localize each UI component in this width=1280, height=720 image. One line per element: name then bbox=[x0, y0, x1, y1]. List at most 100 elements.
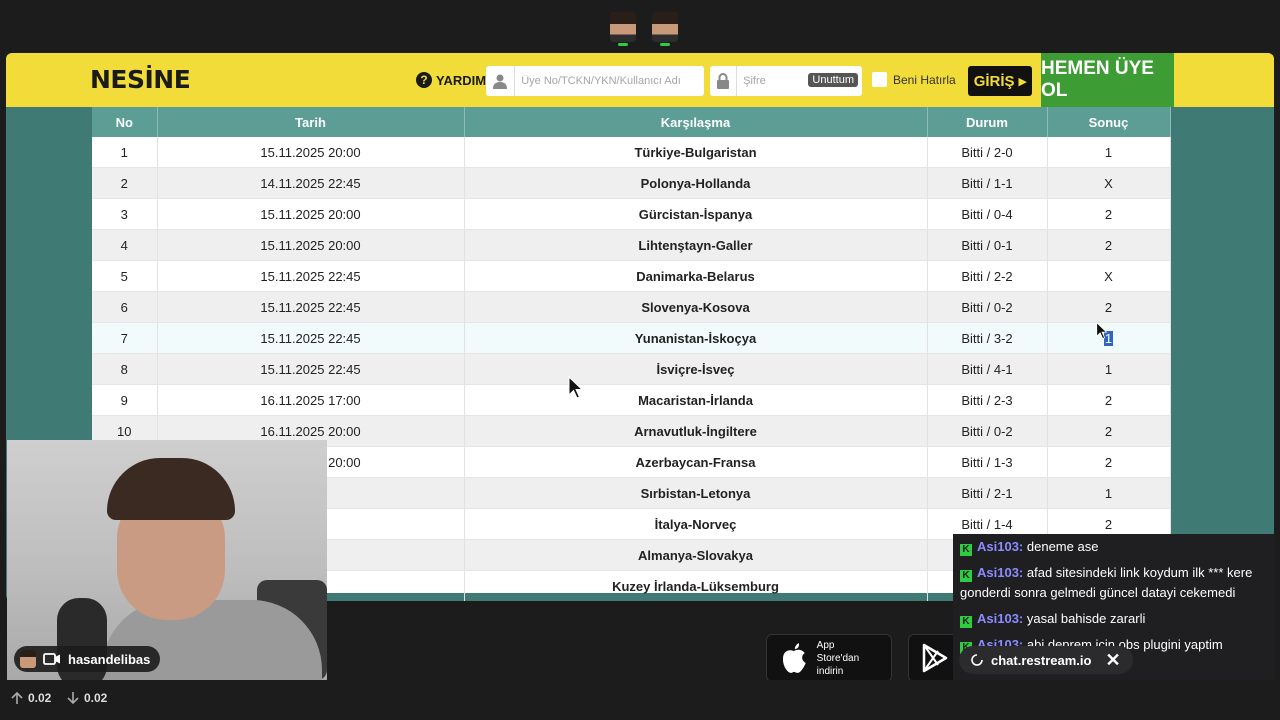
kick-icon: K bbox=[960, 616, 972, 628]
match-status: Bitti / 1-3 bbox=[927, 446, 1048, 478]
match-date: 15.11.2025 22:45 bbox=[157, 260, 465, 292]
help-label: YARDIM bbox=[436, 72, 487, 88]
column-header[interactable]: Karşılaşma bbox=[464, 107, 928, 137]
table-row[interactable]: 9 16.11.2025 17:00 Macaristan-İrlanda Bitti… bbox=[92, 384, 1171, 416]
match-name: Sırbistan-Letonya bbox=[464, 477, 928, 509]
match-status: Bitti / 0-2 bbox=[927, 291, 1048, 323]
match-result: 2 bbox=[1047, 446, 1171, 478]
match-date: 15.11.2025 22:45 bbox=[157, 322, 465, 354]
match-status: Bitti / 0-4 bbox=[927, 198, 1048, 230]
match-name: Slovenya-Kosova bbox=[464, 291, 928, 323]
remember-checkbox[interactable] bbox=[872, 72, 887, 87]
row-number: 3 bbox=[92, 198, 158, 230]
lock-icon bbox=[710, 66, 738, 96]
match-status: Bitti / 0-2 bbox=[927, 415, 1048, 447]
username-field[interactable] bbox=[486, 66, 704, 96]
match-result: 1 bbox=[1047, 353, 1171, 385]
match-name: Arnavutluk-İngiltere bbox=[464, 415, 928, 447]
table-row[interactable]: 8 15.11.2025 22:45 İsviçre-İsveç Bitti / 4-… bbox=[92, 353, 1171, 385]
kick-icon: K bbox=[960, 570, 972, 582]
table-row[interactable]: 5 15.11.2025 22:45 Danimarka-Belarus Bitti … bbox=[92, 260, 1171, 292]
remember-me[interactable]: Beni Hatırla bbox=[872, 72, 956, 87]
match-status: Bitti / 2-3 bbox=[927, 384, 1048, 416]
match-result: X bbox=[1047, 167, 1171, 199]
participant-avatars bbox=[610, 12, 678, 46]
participant-avatar[interactable] bbox=[652, 12, 678, 46]
table-row[interactable]: 6 15.11.2025 22:45 Slovenya-Kosova Bitti / … bbox=[92, 291, 1171, 323]
match-result: X bbox=[1047, 260, 1171, 292]
match-name: Türkiye-Bulgaristan bbox=[464, 137, 928, 168]
match-status: Bitti / 3-2 bbox=[927, 322, 1048, 354]
match-result: 2 bbox=[1047, 415, 1171, 447]
match-name: Gürcistan-İspanya bbox=[464, 198, 928, 230]
match-name: Kuzey İrlanda-Lüksemburg bbox=[464, 570, 928, 601]
column-header[interactable]: Durum bbox=[927, 107, 1048, 137]
user-icon bbox=[486, 66, 516, 96]
webcam-hair bbox=[107, 458, 235, 520]
arrow-up-icon bbox=[11, 691, 23, 704]
chat-source-bar[interactable]: chat.restream.io ✕ bbox=[959, 646, 1133, 674]
match-status: Bitti / 2-2 bbox=[927, 260, 1048, 292]
forgot-password-button[interactable]: Unuttum bbox=[808, 73, 858, 87]
site-logo[interactable]: NESİNE bbox=[90, 65, 191, 94]
match-status: Bitti / 2-1 bbox=[927, 477, 1048, 509]
match-name: İtalya-Norveç bbox=[464, 508, 928, 540]
play-store-icon bbox=[922, 643, 948, 673]
match-date: 14.11.2025 22:45 bbox=[157, 167, 465, 199]
match-status: Bitti / 2-0 bbox=[927, 137, 1048, 168]
match-status: Bitti / 0-1 bbox=[927, 229, 1048, 261]
camera-icon bbox=[43, 653, 60, 665]
table-row[interactable]: 1 15.11.2025 20:00 Türkiye-Bulgaristan Bitt… bbox=[92, 137, 1171, 168]
help-link[interactable]: ? YARDIM bbox=[416, 72, 486, 88]
apple-icon bbox=[782, 643, 806, 673]
download-rate: 0.02 bbox=[66, 691, 107, 705]
match-date: 16.11.2025 17:00 bbox=[157, 384, 465, 416]
match-name: Yunanistan-İskoçya bbox=[464, 322, 928, 354]
close-icon[interactable]: ✕ bbox=[1105, 650, 1120, 671]
mouse-cursor-icon bbox=[568, 376, 584, 399]
streamer-name-tag[interactable]: hasandelibas bbox=[14, 646, 161, 672]
match-status: Bitti / 1-1 bbox=[927, 167, 1048, 199]
row-number: 9 bbox=[92, 384, 158, 416]
row-number: 1 bbox=[92, 137, 158, 168]
match-result: 2 bbox=[1047, 198, 1171, 230]
match-date: 15.11.2025 20:00 bbox=[157, 198, 465, 230]
column-header[interactable]: No bbox=[92, 107, 158, 137]
streamer-avatar bbox=[20, 650, 36, 668]
upload-rate: 0.02 bbox=[10, 691, 51, 705]
table-row[interactable]: 7 15.11.2025 22:45 Yunanistan-İskoçya Bitti… bbox=[92, 322, 1171, 354]
table-header-row: No Tarih Karşılaşma Durum Sonuç bbox=[92, 107, 1171, 137]
app-store-button[interactable]: App Store'dan indirin bbox=[766, 634, 892, 682]
webcam-feed bbox=[7, 440, 327, 680]
table-row[interactable]: 4 15.11.2025 20:00 Lihtenştayn-Galler Bitti… bbox=[92, 229, 1171, 261]
chat-message: K Asi103: yasal bahisde zararli bbox=[953, 606, 1274, 632]
match-name: Danimarka-Belarus bbox=[464, 260, 928, 292]
match-name: Lihtenştayn-Galler bbox=[464, 229, 928, 261]
match-result: 1 bbox=[1047, 322, 1171, 354]
match-result: 1 bbox=[1047, 477, 1171, 509]
loading-icon bbox=[971, 654, 983, 666]
row-number: 2 bbox=[92, 167, 158, 199]
row-number: 7 bbox=[92, 322, 158, 354]
match-date: 15.11.2025 20:00 bbox=[157, 229, 465, 261]
login-button[interactable]: GİRİŞ ▸ bbox=[968, 66, 1032, 96]
match-result: 1 bbox=[1047, 137, 1171, 168]
participant-avatar[interactable] bbox=[610, 12, 636, 46]
table-row[interactable]: 2 14.11.2025 22:45 Polonya-Hollanda Bitti /… bbox=[92, 167, 1171, 199]
match-name: Almanya-Slovakya bbox=[464, 539, 928, 571]
signup-button[interactable]: HEMEN ÜYE OL bbox=[1041, 53, 1174, 107]
match-name: Polonya-Hollanda bbox=[464, 167, 928, 199]
match-date: 15.11.2025 20:00 bbox=[157, 137, 465, 168]
site-header: NESİNE ? YARDIM Unuttum Beni Hatırla GİR… bbox=[6, 53, 1274, 107]
network-stats-bar: 0.02 0.02 bbox=[0, 680, 1280, 720]
column-header[interactable]: Tarih bbox=[157, 107, 465, 137]
match-result: 2 bbox=[1047, 291, 1171, 323]
column-header[interactable]: Sonuç bbox=[1047, 107, 1171, 137]
username-input[interactable] bbox=[515, 74, 704, 88]
table-row[interactable]: 3 15.11.2025 20:00 Gürcistan-İspanya Bitti … bbox=[92, 198, 1171, 230]
streamer-name: hasandelibas bbox=[68, 651, 151, 667]
chat-message: K Asi103: afad sitesindeki link koydum il… bbox=[960, 565, 1253, 600]
match-name: Azerbaycan-Fransa bbox=[464, 446, 928, 478]
password-field[interactable]: Unuttum bbox=[710, 66, 862, 96]
match-date: 15.11.2025 22:45 bbox=[157, 291, 465, 323]
